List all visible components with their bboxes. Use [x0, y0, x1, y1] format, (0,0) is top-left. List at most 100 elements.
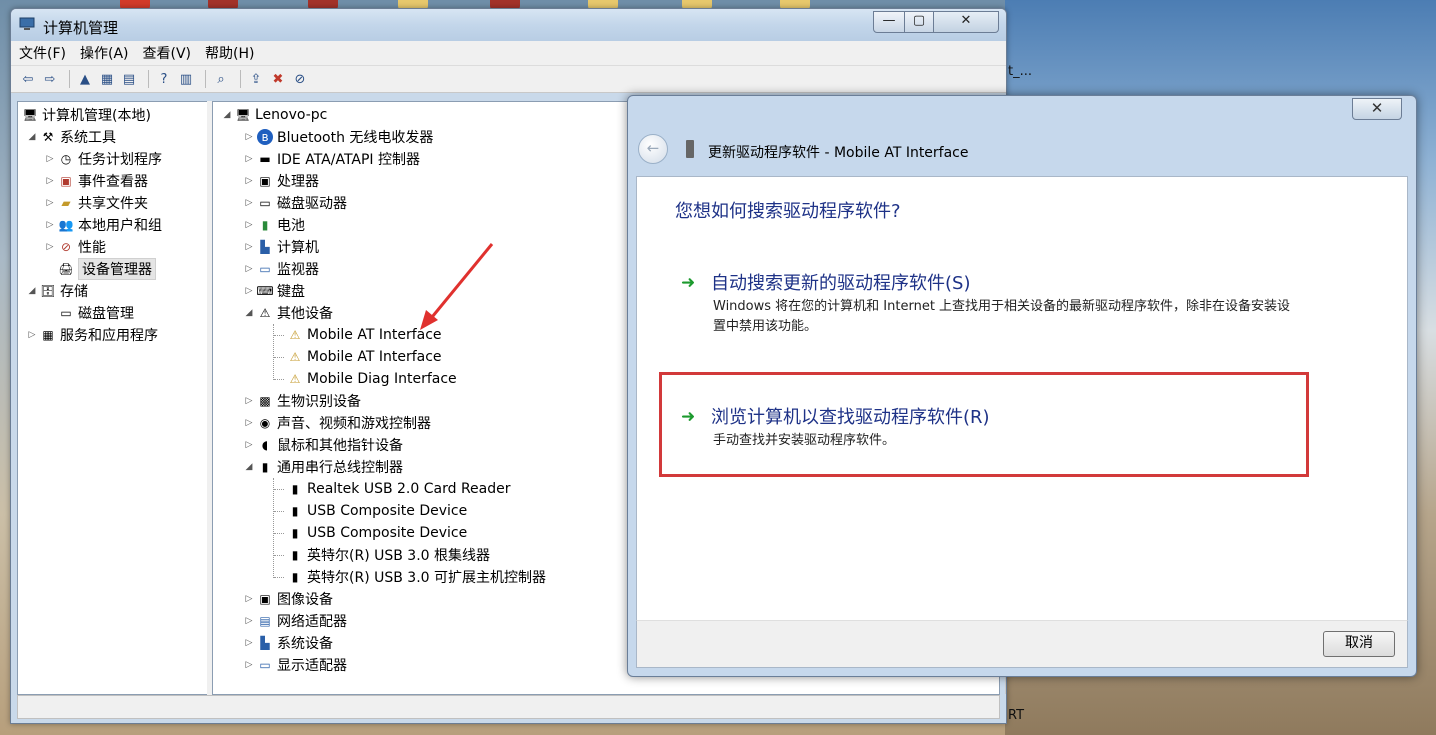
- expand-icon[interactable]: ▷: [243, 176, 255, 186]
- ide-controller-icon: ▬: [259, 152, 271, 166]
- device-item[interactable]: ⚠ Mobile Diag Interface: [285, 368, 457, 390]
- device-category-monitor[interactable]: ▷ ▭ 监视器: [243, 258, 319, 280]
- maximize-button[interactable]: ▢: [904, 11, 934, 33]
- update-driver-icon[interactable]: ⇪: [247, 70, 265, 88]
- collapse-icon[interactable]: ◢: [221, 110, 233, 120]
- scan-hardware-icon[interactable]: ⌕: [212, 70, 230, 88]
- device-category-keyboard[interactable]: ▷ ⌨ 键盘: [243, 280, 305, 302]
- tree-item-event-viewer[interactable]: ▷ ▣ 事件查看器: [44, 170, 148, 192]
- collapse-icon[interactable]: ◢: [26, 286, 38, 296]
- expand-icon[interactable]: ▷: [44, 154, 56, 164]
- usb-device-item[interactable]: ▮ 英特尔(R) USB 3.0 根集线器: [285, 544, 490, 566]
- expand-icon[interactable]: ▷: [243, 198, 255, 208]
- option-browse-title[interactable]: 浏览计算机以查找驱动程序软件(R): [711, 403, 990, 429]
- category-label: Bluetooth 无线电收发器: [277, 130, 434, 146]
- device-category-display[interactable]: ▷ ▭ 显示适配器: [243, 654, 347, 676]
- usb-device-item[interactable]: ▮ USB Composite Device: [285, 522, 468, 544]
- battery-icon: ▮: [261, 218, 269, 232]
- tree-item-task-scheduler[interactable]: ▷ ◷ 任务计划程序: [44, 148, 162, 170]
- expand-icon[interactable]: ▷: [243, 220, 255, 230]
- tree-item-storage[interactable]: ◢ 🗄 存储: [26, 280, 88, 302]
- tree-item-local-users[interactable]: ▷ 👥 本地用户和组: [44, 214, 162, 236]
- device-label: Mobile AT Interface: [307, 349, 442, 365]
- device-category-disk[interactable]: ▷ ▭ 磁盘驱动器: [243, 192, 347, 214]
- menu-help[interactable]: 帮助(H): [205, 43, 254, 63]
- forward-arrow-icon[interactable]: ⇨: [41, 70, 59, 88]
- title-bar[interactable]: 计算机管理 — ▢ ✕: [11, 9, 1006, 41]
- help-icon[interactable]: ?: [155, 70, 173, 88]
- back-arrow-icon[interactable]: ←: [638, 134, 668, 164]
- unknown-device-warning-icon: ⚠: [289, 372, 301, 386]
- collapse-icon[interactable]: ◢: [243, 462, 255, 472]
- device-category-usb[interactable]: ◢ ▮ 通用串行总线控制器: [243, 456, 403, 478]
- disable-icon[interactable]: ⊘: [291, 70, 309, 88]
- expand-icon[interactable]: ▷: [26, 330, 38, 340]
- category-label: 电池: [277, 218, 305, 234]
- expand-icon[interactable]: ▷: [243, 660, 255, 670]
- usb-device-item[interactable]: ▮ 英特尔(R) USB 3.0 可扩展主机控制器: [285, 566, 546, 588]
- expand-icon[interactable]: ▷: [44, 242, 56, 252]
- close-button[interactable]: ✕: [933, 11, 999, 33]
- uninstall-icon[interactable]: ✖: [269, 70, 287, 88]
- menu-view[interactable]: 查看(V): [143, 43, 192, 63]
- expand-icon[interactable]: ▷: [243, 616, 255, 626]
- tree-item-shared-folders[interactable]: ▷ ▰ 共享文件夹: [44, 192, 148, 214]
- back-arrow-icon[interactable]: ⇦: [19, 70, 37, 88]
- show-hide-tree-icon[interactable]: ▦: [98, 70, 116, 88]
- usb-device-item[interactable]: ▮ USB Composite Device: [285, 500, 468, 522]
- expand-icon[interactable]: ▷: [243, 440, 255, 450]
- menu-action[interactable]: 操作(A): [80, 43, 129, 63]
- device-manager-icon: 🖨: [58, 262, 74, 276]
- menu-file[interactable]: 文件(F): [19, 43, 66, 63]
- display-adapter-icon: ▭: [259, 658, 271, 672]
- device-category-mouse[interactable]: ▷ ◖ 鼠标和其他指针设备: [243, 434, 403, 456]
- expand-icon[interactable]: ▷: [243, 132, 255, 142]
- collapse-icon[interactable]: ◢: [26, 132, 38, 142]
- device-item[interactable]: ⚠ Mobile AT Interface: [285, 346, 442, 368]
- expand-icon[interactable]: ▷: [243, 264, 255, 274]
- device-category-other[interactable]: ◢ ⚠ 其他设备: [243, 302, 333, 324]
- tree-item-root[interactable]: 🖥 计算机管理(本地): [20, 104, 151, 126]
- tree-item-system-tools[interactable]: ◢ ⚒ 系统工具: [26, 126, 116, 148]
- device-category-system[interactable]: ▷ ▙ 系统设备: [243, 632, 333, 654]
- device-root[interactable]: ◢ 🖥 Lenovo-pc: [221, 104, 328, 126]
- expand-icon[interactable]: ▷: [243, 154, 255, 164]
- expand-icon[interactable]: ▷: [44, 220, 56, 230]
- expand-icon[interactable]: ▷: [44, 176, 56, 186]
- expand-icon[interactable]: ▷: [243, 418, 255, 428]
- action-pane-icon[interactable]: ▥: [177, 70, 195, 88]
- device-category-network[interactable]: ▷ ▤ 网络适配器: [243, 610, 347, 632]
- device-category-biometric[interactable]: ▷ ▩ 生物识别设备: [243, 390, 361, 412]
- dialog-close-button[interactable]: ✕: [1352, 98, 1402, 120]
- device-category-bluetooth[interactable]: ▷ ʙ Bluetooth 无线电收发器: [243, 126, 433, 148]
- device-category-processor[interactable]: ▷ ▣ 处理器: [243, 170, 319, 192]
- up-folder-icon[interactable]: ▲: [76, 70, 94, 88]
- option-auto-title[interactable]: 自动搜索更新的驱动程序软件(S): [711, 269, 970, 295]
- option-browse-computer[interactable]: ➜ 浏览计算机以查找驱动程序软件(R) 手动查找并安装驱动程序软件。: [681, 403, 1377, 453]
- device-category-imaging[interactable]: ▷ ▣ 图像设备: [243, 588, 333, 610]
- unknown-device-warning-icon: ⚠: [289, 328, 301, 342]
- expand-icon[interactable]: ▷: [44, 198, 56, 208]
- category-label: 通用串行总线控制器: [277, 460, 403, 476]
- tree-item-disk-management[interactable]: ▭ 磁盘管理: [56, 302, 134, 324]
- expand-icon[interactable]: ▷: [243, 638, 255, 648]
- collapse-icon[interactable]: ◢: [243, 308, 255, 318]
- network-adapter-icon: ▤: [259, 614, 271, 628]
- expand-icon[interactable]: ▷: [243, 396, 255, 406]
- expand-icon[interactable]: ▷: [243, 242, 255, 252]
- option-auto-search[interactable]: ➜ 自动搜索更新的驱动程序软件(S) Windows 将在您的计算机和 Inte…: [681, 269, 1377, 339]
- usb-device-item[interactable]: ▮ Realtek USB 2.0 Card Reader: [285, 478, 511, 500]
- device-category-sound[interactable]: ▷ ◉ 声音、视频和游戏控制器: [243, 412, 431, 434]
- expand-icon[interactable]: ▷: [243, 594, 255, 604]
- device-label: Mobile Diag Interface: [307, 371, 457, 387]
- device-category-ide[interactable]: ▷ ▬ IDE ATA/ATAPI 控制器: [243, 148, 420, 170]
- properties-list-icon[interactable]: ▤: [120, 70, 138, 88]
- device-category-computer[interactable]: ▷ ▙ 计算机: [243, 236, 319, 258]
- expand-icon[interactable]: ▷: [243, 286, 255, 296]
- tree-item-device-manager[interactable]: 🖨 设备管理器: [56, 258, 156, 280]
- minimize-button[interactable]: —: [873, 11, 905, 33]
- cancel-button[interactable]: 取消: [1323, 631, 1395, 657]
- device-category-battery[interactable]: ▷ ▮ 电池: [243, 214, 305, 236]
- tree-item-services-apps[interactable]: ▷ ▦ 服务和应用程序: [26, 324, 158, 346]
- tree-item-performance[interactable]: ▷ ⊘ 性能: [44, 236, 106, 258]
